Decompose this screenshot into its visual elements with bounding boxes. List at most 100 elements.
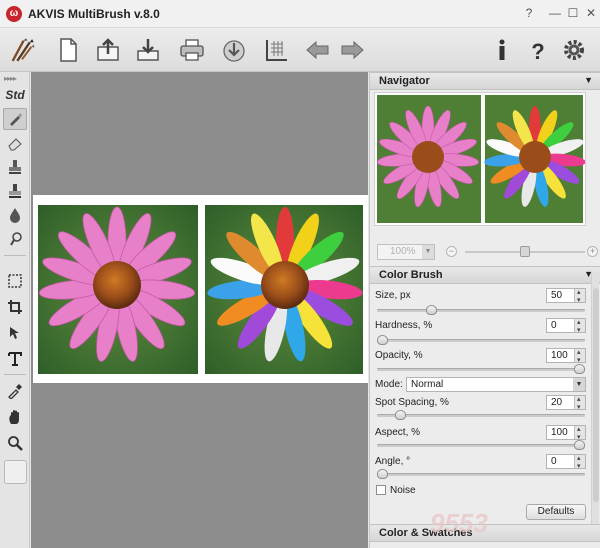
svg-text:?: ? — [531, 39, 544, 64]
save-file-icon[interactable] — [132, 34, 164, 66]
tools-panel: ▸▸▸▸ Std — [0, 72, 30, 548]
batch-grid-icon[interactable] — [260, 34, 292, 66]
size-spinbox[interactable]: 50 — [546, 286, 586, 307]
zoom-icon[interactable] — [3, 432, 27, 454]
settings-gear-icon[interactable] — [558, 34, 590, 66]
tools-separator — [4, 255, 26, 256]
spinner-arrows-icon[interactable] — [574, 452, 585, 473]
scrollbar-thumb[interactable] — [593, 288, 599, 502]
spot-spacing-label: Spot Spacing, % — [375, 397, 449, 408]
spinner-arrows-icon[interactable] — [574, 346, 585, 367]
minimize-button[interactable]: — — [546, 4, 564, 22]
settings-scrollbar[interactable] — [591, 272, 599, 530]
panel-grip-icon[interactable]: ▸▸▸▸ — [4, 74, 17, 83]
zoom-select[interactable]: 100% ▼ — [377, 244, 435, 260]
standard-mode-button[interactable]: Std — [3, 84, 27, 106]
hardness-label: Hardness, % — [375, 320, 433, 331]
text-icon[interactable] — [3, 348, 27, 370]
before-after-image — [33, 195, 368, 383]
eyedropper-icon[interactable] — [3, 380, 27, 402]
print-icon[interactable] — [176, 34, 208, 66]
angle-slider-thumb[interactable] — [377, 469, 388, 479]
hand-icon[interactable] — [3, 406, 27, 428]
brushes-logo-icon — [4, 32, 40, 68]
spot-spacing-slider[interactable] — [377, 414, 585, 417]
brush-color-well[interactable] — [4, 460, 27, 484]
angle-spinbox[interactable]: 0 — [546, 452, 586, 473]
size-value: 50 — [551, 290, 563, 301]
settings-panel: Navigator ▼ 100% ▼ − + Color Brush ▼ Siz… — [369, 72, 600, 548]
spinner-arrows-icon[interactable] — [574, 316, 585, 337]
chevron-down-icon: ▼ — [422, 245, 434, 259]
zoom-value: 100% — [390, 246, 416, 257]
color-brush-title: Color Brush — [379, 269, 443, 281]
zoom-slider-thumb[interactable] — [520, 246, 530, 257]
collapse-arrow-icon[interactable]: ▼ — [584, 75, 593, 85]
brush-icon[interactable] — [3, 108, 27, 130]
info-icon[interactable] — [486, 34, 518, 66]
undo-arrow-icon[interactable] — [302, 34, 334, 66]
opacity-slider-thumb[interactable] — [574, 364, 585, 374]
color-brush-header[interactable]: Color Brush ▼ — [370, 266, 600, 284]
aspect-slider[interactable] — [377, 444, 585, 447]
hardness-slider[interactable] — [377, 339, 585, 342]
image-canvas[interactable] — [31, 72, 368, 548]
zoom-out-button[interactable]: − — [446, 246, 457, 257]
opacity-label: Opacity, % — [375, 350, 423, 361]
opacity-slider[interactable] — [377, 368, 585, 371]
angle-slider[interactable] — [377, 473, 585, 476]
clone-icon[interactable] — [3, 180, 27, 202]
opacity-value: 100 — [551, 350, 568, 361]
blur-drop-icon[interactable] — [3, 204, 27, 226]
opacity-spinbox[interactable]: 100 — [546, 346, 586, 367]
aspect-slider-thumb[interactable] — [574, 440, 585, 450]
size-slider[interactable] — [377, 309, 585, 312]
mode-label: Mode: — [375, 379, 403, 390]
smudge-icon[interactable] — [3, 228, 27, 250]
size-label: Size, px — [375, 290, 411, 301]
hardness-slider-thumb[interactable] — [377, 335, 388, 345]
spinner-arrows-icon[interactable] — [574, 393, 585, 414]
close-button[interactable]: ✕ — [582, 4, 600, 22]
angle-value: 0 — [551, 456, 557, 467]
spot-spacing-slider-thumb[interactable] — [394, 410, 406, 420]
selection-icon[interactable] — [3, 270, 27, 292]
aspect-value: 100 — [551, 427, 568, 438]
share-icon[interactable] — [218, 34, 250, 66]
navigator-thumbnail[interactable] — [374, 92, 586, 226]
help-icon[interactable]: ? — [522, 34, 554, 66]
watermark-logo: 9553 — [430, 508, 488, 538]
size-slider-thumb[interactable] — [426, 305, 438, 315]
navigator-title: Navigator — [379, 75, 430, 87]
window-title: AKVIS MultiBrush v.8.0 — [28, 7, 160, 21]
title-bar: ω AKVIS MultiBrush v.8.0 ? — ☐ ✕ — [0, 0, 600, 28]
aspect-spinbox[interactable]: 100 — [546, 423, 586, 444]
chevron-down-icon: ▼ — [573, 378, 585, 391]
spinner-arrows-icon[interactable] — [574, 286, 585, 307]
aspect-label: Aspect, % — [375, 427, 421, 438]
stamp-icon[interactable] — [3, 156, 27, 178]
mode-value: Normal — [411, 379, 444, 390]
spot-spacing-value: 20 — [551, 397, 563, 408]
noise-checkbox[interactable] — [376, 485, 386, 495]
navigator-header[interactable]: Navigator ▼ — [370, 72, 600, 90]
akvis-logo-icon: ω — [6, 6, 22, 22]
mode-select[interactable]: Normal ▼ — [406, 377, 586, 392]
spot-spacing-spinbox[interactable]: 20 — [546, 393, 586, 414]
noise-label: Noise — [390, 485, 416, 496]
help-window-button[interactable]: ? — [520, 4, 538, 22]
eraser-icon[interactable] — [3, 132, 27, 154]
hardness-spinbox[interactable]: 0 — [546, 316, 586, 337]
maximize-button[interactable]: ☐ — [564, 4, 582, 22]
tools-separator — [4, 374, 26, 375]
open-file-icon[interactable] — [92, 34, 124, 66]
crop-icon[interactable] — [3, 296, 27, 318]
new-file-icon[interactable] — [52, 34, 84, 66]
main-toolbar: ? — [0, 28, 600, 72]
zoom-in-button[interactable]: + — [587, 246, 598, 257]
angle-label: Angle, ° — [375, 456, 411, 467]
hardness-value: 0 — [551, 320, 557, 331]
move-icon[interactable] — [3, 322, 27, 344]
spinner-arrows-icon[interactable] — [574, 423, 585, 444]
redo-arrow-icon[interactable] — [336, 34, 368, 66]
